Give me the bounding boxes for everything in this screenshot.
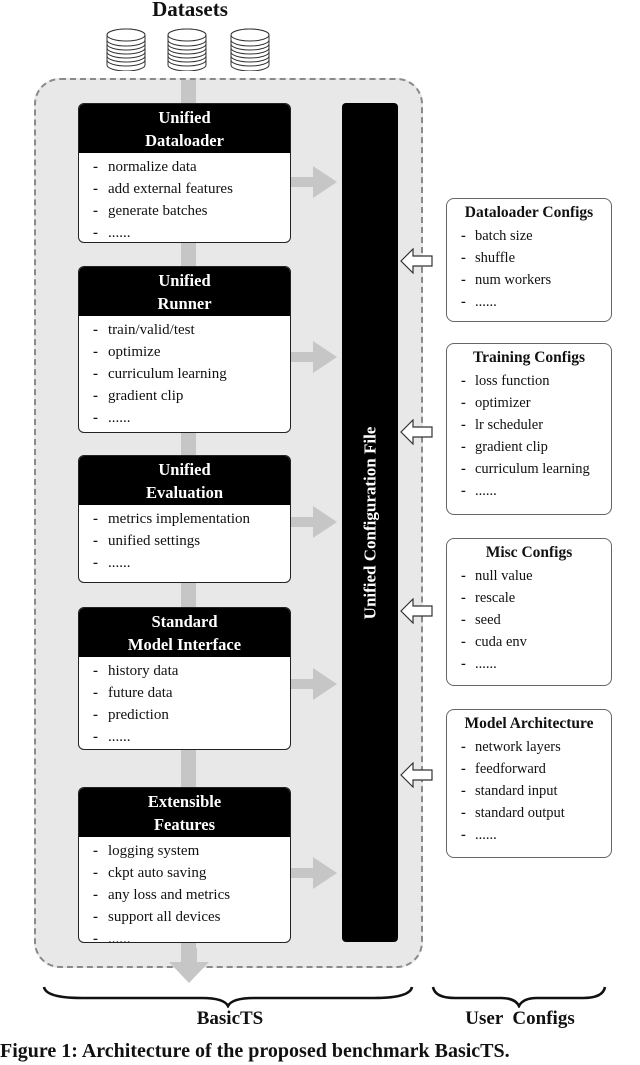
module-header: Extensible Features — [79, 788, 290, 837]
list-item: loss function — [461, 370, 611, 392]
list-item: history data — [93, 660, 290, 682]
module-unified-dataloader: Unified Dataloader normalize data add ex… — [78, 103, 291, 243]
list-item: ...... — [93, 222, 290, 242]
module-header: Unified Dataloader — [79, 104, 290, 153]
list-item: prediction — [93, 704, 290, 726]
list-item: gradient clip — [93, 385, 290, 407]
dataloader-configs-box: Dataloader Configs batch size shuffle nu… — [446, 198, 612, 322]
database-icon — [106, 28, 146, 71]
database-icon — [230, 28, 270, 71]
training-configs-box: Training Configs loss function optimizer… — [446, 343, 612, 515]
list-item: ...... — [461, 653, 611, 675]
list-item: optimize — [93, 341, 290, 363]
list-item: ...... — [461, 480, 611, 502]
module-items: metrics implementation unified settings … — [79, 505, 290, 574]
figure-caption: Figure 1: Architecture of the proposed b… — [0, 1040, 510, 1062]
module-unified-runner: Unified Runner train/valid/test optimize… — [78, 266, 291, 433]
config-file-label: Unified Configuration File — [360, 426, 380, 619]
config-items: loss function optimizer lr scheduler gra… — [447, 370, 611, 502]
list-item: logging system — [93, 840, 290, 862]
right-arrow-icon — [291, 668, 337, 700]
module-items: history data future data prediction ....… — [79, 657, 290, 748]
module-header: Unified Evaluation — [79, 456, 290, 505]
list-item: seed — [461, 609, 611, 631]
config-items: batch size shuffle num workers ...... — [447, 225, 611, 313]
list-item: train/valid/test — [93, 319, 290, 341]
list-item: ...... — [461, 291, 611, 313]
misc-configs-box: Misc Configs null value rescale seed cud… — [446, 538, 612, 686]
list-item: normalize data — [93, 156, 290, 178]
list-item: null value — [461, 565, 611, 587]
datasets-title: Datasets — [152, 0, 228, 21]
left-hollow-arrow-icon — [400, 762, 433, 788]
list-item: lr scheduler — [461, 414, 611, 436]
list-item: unified settings — [93, 530, 290, 552]
module-unified-evaluation: Unified Evaluation metrics implementatio… — [78, 455, 291, 583]
list-item: metrics implementation — [93, 508, 290, 530]
list-item: ...... — [93, 552, 290, 574]
list-item: future data — [93, 682, 290, 704]
database-icon — [167, 28, 207, 71]
config-title: Training Configs — [472, 349, 586, 366]
module-items: logging system ckpt auto saving any loss… — [79, 837, 290, 942]
module-extensible-features: Extensible Features logging system ckpt … — [78, 787, 291, 943]
down-arrow-icon — [169, 948, 209, 983]
list-item: ...... — [93, 407, 290, 429]
left-hollow-arrow-icon — [400, 248, 433, 274]
list-item: ckpt auto saving — [93, 862, 290, 884]
list-item: standard input — [461, 780, 611, 802]
config-items: null value rescale seed cuda env ...... — [447, 565, 611, 675]
right-arrow-icon — [291, 341, 337, 373]
left-hollow-arrow-icon — [400, 419, 433, 445]
list-item: any loss and metrics — [93, 884, 290, 906]
list-item: cuda env — [461, 631, 611, 653]
config-title: Misc Configs — [485, 544, 573, 561]
left-hollow-arrow-icon — [400, 598, 433, 624]
list-item: batch size — [461, 225, 611, 247]
list-item: shuffle — [461, 247, 611, 269]
user-configs-label: User Configs — [465, 1008, 575, 1029]
list-item: standard output — [461, 802, 611, 824]
list-item: ...... — [93, 928, 290, 942]
list-item: add external features — [93, 178, 290, 200]
module-header: Unified Runner — [79, 267, 290, 316]
user-configs-brace-icon — [431, 986, 607, 1008]
list-item: rescale — [461, 587, 611, 609]
right-arrow-icon — [291, 857, 337, 889]
list-item: curriculum learning — [93, 363, 290, 385]
model-architecture-box: Model Architecture network layers feedfo… — [446, 709, 612, 858]
basicts-label: BasicTS — [196, 1008, 264, 1029]
list-item: ...... — [93, 726, 290, 748]
list-item: network layers — [461, 736, 611, 758]
module-standard-model-interface: Standard Model Interface history data fu… — [78, 607, 291, 750]
config-title: Dataloader Configs — [464, 204, 594, 221]
list-item: curriculum learning — [461, 458, 611, 480]
list-item: optimizer — [461, 392, 611, 414]
list-item: num workers — [461, 269, 611, 291]
list-item: gradient clip — [461, 436, 611, 458]
list-item: feedforward — [461, 758, 611, 780]
module-items: normalize data add external features gen… — [79, 153, 290, 242]
right-arrow-icon — [291, 166, 337, 198]
config-items: network layers feedforward standard inpu… — [447, 736, 611, 846]
list-item: generate batches — [93, 200, 290, 222]
config-title: Model Architecture — [464, 715, 594, 732]
module-items: train/valid/test optimize curriculum lea… — [79, 316, 290, 429]
list-item: ...... — [461, 824, 611, 846]
basicts-brace-icon — [42, 986, 414, 1008]
right-arrow-icon — [291, 506, 337, 538]
module-header: Standard Model Interface — [79, 608, 290, 657]
list-item: support all devices — [93, 906, 290, 928]
